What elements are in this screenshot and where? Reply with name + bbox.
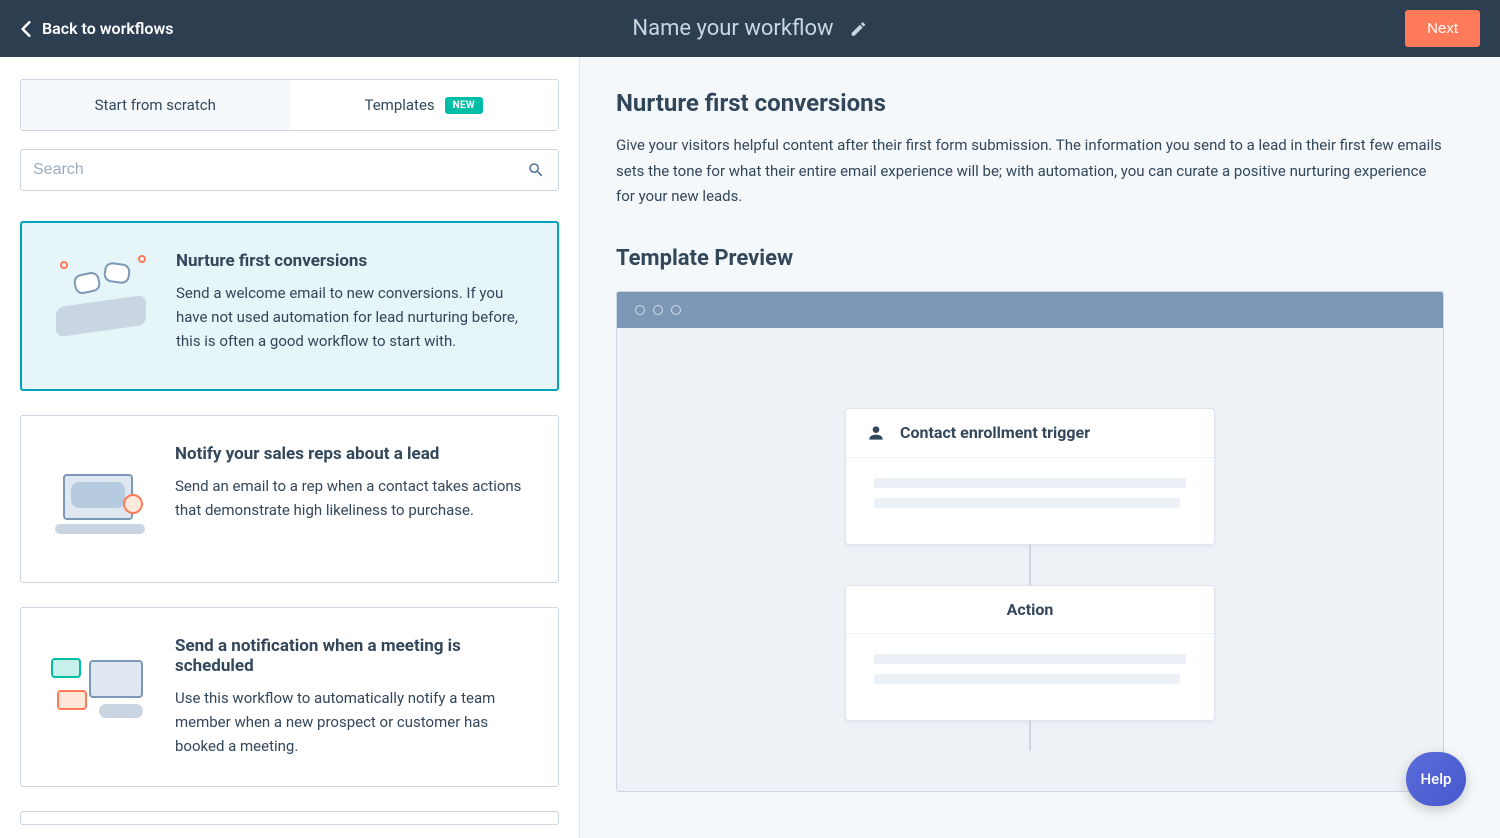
help-button[interactable]: Help (1406, 752, 1466, 806)
flow-connector-line (1029, 721, 1031, 751)
chevron-left-icon (20, 20, 32, 38)
window-dot-icon (653, 305, 663, 315)
template-illustration (45, 444, 155, 554)
template-card-notify-sales-reps[interactable]: Notify your sales reps about a lead Send… (20, 415, 559, 583)
template-illustration (46, 251, 156, 361)
detail-title: Nurture first conversions (616, 89, 1444, 117)
pencil-icon (850, 20, 868, 38)
template-card-description: Use this workflow to automatically notif… (175, 686, 534, 758)
template-card-nurture-first-conversions[interactable]: Nurture first conversions Send a welcome… (20, 221, 559, 391)
left-panel[interactable]: Start from scratch Templates NEW (0, 57, 580, 838)
action-card-body (846, 634, 1214, 720)
template-card-description: Send an email to a rep when a contact ta… (175, 474, 534, 522)
tab-label: Templates (364, 96, 434, 114)
skeleton-line (874, 498, 1180, 508)
main-content: Start from scratch Templates NEW (0, 57, 1500, 838)
template-card-partial[interactable] (20, 811, 559, 825)
template-preview-window: Contact enrollment trigger Action (616, 291, 1444, 792)
window-dot-icon (671, 305, 681, 315)
detail-description: Give your visitors helpful content after… (616, 133, 1444, 210)
preview-body: Contact enrollment trigger Action (617, 328, 1443, 791)
template-card-title: Send a notification when a meeting is sc… (175, 636, 534, 676)
search-wrap (20, 149, 559, 191)
skeleton-line (874, 674, 1180, 684)
action-card-header: Action (846, 586, 1214, 634)
skeleton-line (874, 478, 1186, 488)
flow-connector-line (1029, 545, 1031, 585)
trigger-card: Contact enrollment trigger (845, 408, 1215, 545)
help-button-label: Help (1421, 770, 1452, 788)
new-badge: NEW (445, 97, 483, 114)
template-card-meeting-notification[interactable]: Send a notification when a meeting is sc… (20, 607, 559, 787)
right-panel: Nurture first conversions Give your visi… (580, 57, 1500, 838)
trigger-card-title: Contact enrollment trigger (900, 423, 1090, 442)
next-button[interactable]: Next (1405, 10, 1480, 47)
search-icon (527, 161, 545, 179)
action-card: Action (845, 585, 1215, 721)
creation-mode-tabs: Start from scratch Templates NEW (20, 79, 559, 131)
contact-icon (866, 423, 886, 443)
tab-label: Start from scratch (95, 96, 216, 114)
back-link-label: Back to workflows (42, 19, 174, 38)
trigger-card-header: Contact enrollment trigger (846, 409, 1214, 458)
preview-window-chrome (617, 292, 1443, 328)
search-input[interactable] (20, 149, 559, 191)
action-card-title: Action (1007, 600, 1054, 619)
workflow-name-text: Name your workflow (632, 16, 833, 41)
workflow-name-editor[interactable]: Name your workflow (632, 16, 867, 41)
trigger-card-body (846, 458, 1214, 544)
template-card-title: Nurture first conversions (176, 251, 533, 271)
window-dot-icon (635, 305, 645, 315)
template-card-title: Notify your sales reps about a lead (175, 444, 534, 464)
skeleton-line (874, 654, 1186, 664)
top-bar: Back to workflows Name your workflow Nex… (0, 0, 1500, 57)
tab-templates[interactable]: Templates NEW (290, 80, 559, 130)
template-illustration (45, 636, 155, 746)
back-to-workflows-link[interactable]: Back to workflows (20, 19, 174, 38)
template-card-description: Send a welcome email to new conversions.… (176, 281, 533, 353)
preview-heading: Template Preview (616, 246, 1444, 271)
tab-start-from-scratch[interactable]: Start from scratch (21, 80, 290, 130)
